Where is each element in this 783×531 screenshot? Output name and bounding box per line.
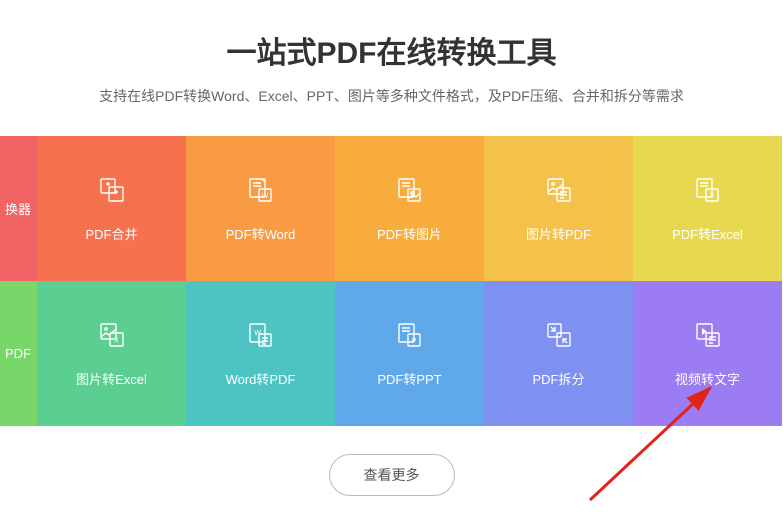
- tile-pdf-to-excel[interactable]: X PDF转Excel: [633, 136, 782, 281]
- tile-pdf-split[interactable]: PDF拆分: [484, 281, 633, 426]
- video-text-icon: [692, 319, 724, 351]
- tile-pdf-to-image[interactable]: PDF转图片: [335, 136, 484, 281]
- page-title: 一站式PDF在线转换工具: [0, 28, 783, 72]
- tile-image-to-pdf[interactable]: 图片转PDF: [484, 136, 633, 281]
- tile-label: 视频转文字: [675, 369, 740, 388]
- pdf-excel-icon: X: [692, 174, 724, 206]
- tile-label: PDF: [5, 346, 31, 361]
- tile-label: PDF转Word: [226, 224, 296, 243]
- tile-image-to-excel[interactable]: X 图片转Excel: [37, 281, 186, 426]
- pdf-ppt-icon: P: [394, 319, 426, 351]
- tile-converter[interactable]: 换器: [0, 136, 37, 281]
- tile-pdf-to-word[interactable]: W PDF转Word: [186, 136, 335, 281]
- pdf-image-icon: [394, 174, 426, 206]
- tile-pdf[interactable]: PDF: [0, 281, 37, 426]
- tile-label: 换器: [5, 199, 31, 218]
- split-icon: [543, 319, 575, 351]
- tile-video-to-text[interactable]: 视频转文字: [633, 281, 782, 426]
- page-subtitle: 支持在线PDF转换Word、Excel、PPT、图片等多种文件格式，及PDF压缩…: [0, 86, 783, 106]
- tile-label: Word转PDF: [226, 369, 296, 388]
- pdf-word-icon: W: [245, 174, 277, 206]
- view-more-button[interactable]: 查看更多: [329, 454, 455, 496]
- svg-text:W: W: [261, 193, 268, 200]
- tool-grid: 换器 PDF合并 W PDF转Word PDF转图片 图片转PDF: [0, 136, 783, 426]
- tile-label: PDF合并: [85, 224, 137, 243]
- tile-label: PDF转图片: [377, 224, 442, 243]
- image-excel-icon: X: [96, 319, 128, 351]
- tile-label: 图片转PDF: [526, 224, 591, 243]
- merge-icon: [96, 174, 128, 206]
- tile-pdf-merge[interactable]: PDF合并: [37, 136, 186, 281]
- svg-text:X: X: [709, 193, 714, 200]
- tile-label: PDF转Excel: [672, 224, 743, 243]
- image-pdf-icon: [543, 174, 575, 206]
- svg-text:X: X: [114, 338, 119, 345]
- word-pdf-icon: W: [245, 319, 277, 351]
- tile-label: 图片转Excel: [76, 369, 147, 388]
- tile-label: PDF转PPT: [377, 369, 441, 388]
- tile-label: PDF拆分: [532, 369, 584, 388]
- tile-pdf-to-ppt[interactable]: P PDF转PPT: [335, 281, 484, 426]
- tile-word-to-pdf[interactable]: W Word转PDF: [186, 281, 335, 426]
- svg-text:P: P: [411, 338, 416, 345]
